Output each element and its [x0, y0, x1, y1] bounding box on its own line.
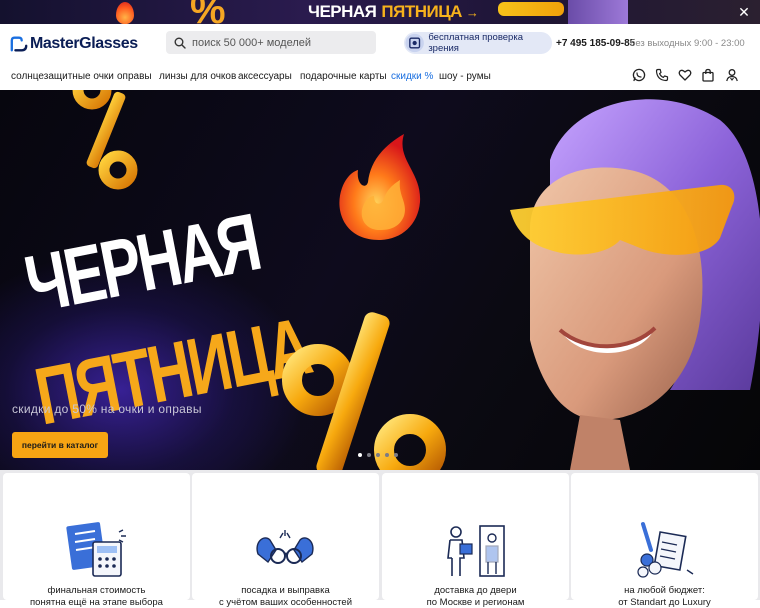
- promo-text[interactable]: ЧЕРНАЯ ПЯТНИЦА →: [308, 2, 479, 22]
- budget-icon: [637, 522, 694, 578]
- carousel-dot[interactable]: [367, 453, 371, 457]
- phone-icon[interactable]: [655, 68, 669, 82]
- main-nav: солнцезащитные очки оправы линзы для очк…: [0, 64, 760, 90]
- promo-text-yellow: ПЯТНИЦА: [381, 2, 462, 21]
- delivery-icon: [447, 525, 505, 577]
- glasses-fitting-icon: [256, 530, 314, 564]
- arrow-right-icon: →: [465, 4, 479, 20]
- eye-test-icon: [405, 33, 424, 53]
- carousel-dot[interactable]: [376, 453, 380, 457]
- nav-item-frames[interactable]: оправы: [117, 71, 152, 82]
- percent-icon: [282, 312, 446, 470]
- heart-icon[interactable]: [678, 68, 692, 82]
- percent-icon: %: [190, 0, 226, 24]
- logo-text: MasterGlasses: [30, 35, 138, 52]
- hero-banner[interactable]: ЧЕРНАЯ ПЯТНИЦА скидки до 50% на очки и о…: [0, 90, 760, 470]
- feature-card: на любой бюджет: от Standart до Luxury: [571, 473, 758, 608]
- percent-icon: [72, 90, 138, 190]
- feature-title: доставка до двери: [434, 585, 517, 596]
- calculator-icon: [66, 522, 126, 577]
- feature-subtitle: от Standart до Luxury: [618, 597, 711, 608]
- model-hair-image: [568, 0, 628, 24]
- site-header: MasterGlasses бесплатная проверка зрения…: [0, 24, 760, 64]
- feature-title: на любой бюджет:: [624, 585, 705, 596]
- bag-icon[interactable]: [701, 68, 715, 82]
- nav-item-sunglasses[interactable]: солнцезащитные очки: [11, 71, 114, 82]
- user-icon[interactable]: [725, 68, 739, 82]
- nav-item-discounts[interactable]: скидки %: [391, 71, 433, 82]
- nav-item-gift-cards[interactable]: подарочные карты: [300, 71, 387, 82]
- eye-check-label: бесплатная проверка зрения: [428, 32, 523, 54]
- logo[interactable]: MasterGlasses: [10, 33, 138, 55]
- working-hours: без выходных 9:00 - 23:00: [630, 38, 745, 49]
- feature-subtitle: понятна ещё на этапе выбора: [30, 597, 163, 608]
- phone-number[interactable]: +7 495 185-09-85: [556, 38, 635, 49]
- search-icon: [174, 37, 186, 49]
- flame-icon: [339, 134, 421, 240]
- carousel-dot[interactable]: [385, 453, 389, 457]
- feature-title: финальная стоимость: [47, 585, 146, 596]
- catalog-button[interactable]: перейти в каталог: [12, 432, 108, 458]
- nav-item-accessories[interactable]: аксессуары: [238, 71, 292, 82]
- sunglasses-image: [498, 2, 564, 16]
- feature-card: доставка до двери по Москве и регионам: [382, 473, 569, 608]
- features-section: финальная стоимость понятна ещё на этапе…: [0, 470, 760, 608]
- carousel-dot[interactable]: [358, 453, 362, 457]
- hero-subtitle: скидки до 50% на очки и оправы: [12, 402, 202, 416]
- logo-mark-icon: [10, 36, 28, 52]
- feature-card: посадка и выправка с учётом ваших особен…: [192, 473, 379, 608]
- nav-item-showrooms[interactable]: шоу - румы: [439, 71, 491, 82]
- feature-title: посадка и выправка: [241, 585, 330, 596]
- search-input[interactable]: [192, 36, 372, 49]
- eye-check-button[interactable]: бесплатная проверка зрения: [404, 32, 552, 54]
- whatsapp-icon[interactable]: [632, 68, 646, 82]
- close-icon[interactable]: ✕: [737, 5, 751, 19]
- nav-item-lenses[interactable]: линзы для очков: [159, 71, 236, 82]
- promo-banner[interactable]: % ЧЕРНАЯ ПЯТНИЦА → ✕: [0, 0, 760, 24]
- carousel-dots: [358, 453, 398, 457]
- carousel-dot[interactable]: [394, 453, 398, 457]
- flame-icon: [116, 2, 134, 24]
- model-photo: [510, 99, 760, 470]
- feature-card: финальная стоимость понятна ещё на этапе…: [3, 473, 190, 608]
- search-bar[interactable]: [166, 31, 376, 54]
- feature-subtitle: по Москве и регионам: [426, 597, 525, 608]
- feature-subtitle: с учётом ваших особенностей: [218, 597, 352, 608]
- promo-text-white: ЧЕРНАЯ: [308, 2, 377, 21]
